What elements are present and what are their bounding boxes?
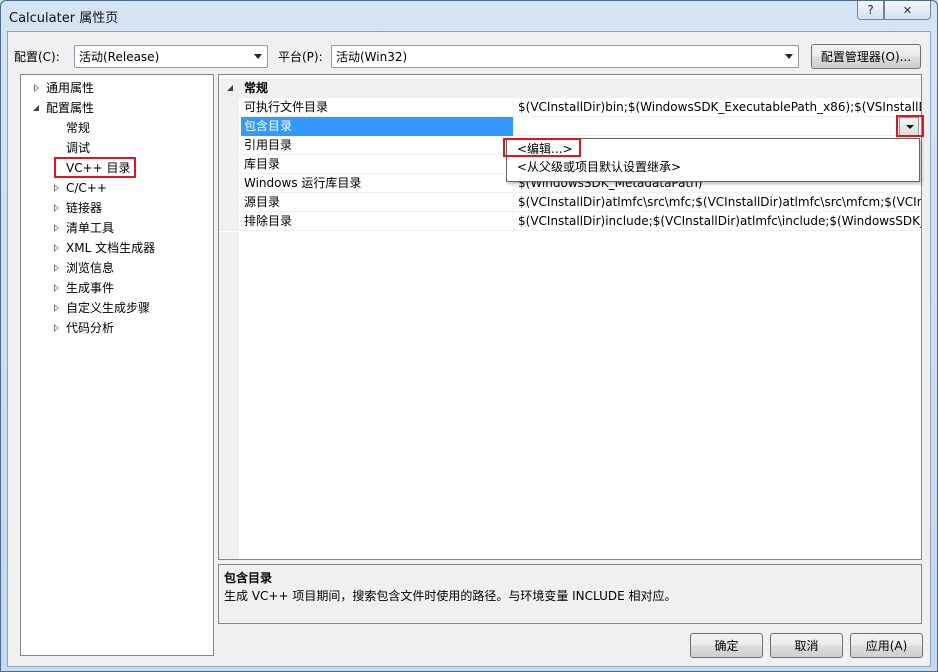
grid-margin: [219, 232, 239, 559]
tree-item-label: 配置属性: [46, 101, 95, 115]
expand-arrow-icon[interactable]: [54, 264, 61, 273]
config-select-value: 活动(Release): [79, 50, 160, 64]
property-name: 源目录: [244, 195, 281, 209]
platform-select[interactable]: 活动(Win32): [331, 45, 799, 68]
platform-select-value: 活动(Win32): [336, 50, 408, 64]
property-row-source-dirs[interactable]: 源目录 $(VCInstallDir)atlmfc\src\mfc;$(VCIn…: [219, 193, 921, 212]
expand-arrow-icon[interactable]: [54, 244, 61, 253]
value-dropdown-button[interactable]: [899, 117, 919, 136]
category-label: 常规: [244, 81, 269, 95]
property-name: Windows 运行库目录: [244, 176, 362, 190]
grid-margin: [219, 174, 239, 192]
tree-item-manifest-tool[interactable]: 清单工具: [21, 219, 213, 238]
property-value[interactable]: [513, 117, 921, 136]
tree-item-c-cpp[interactable]: C/C++: [21, 179, 213, 198]
chevron-down-icon: [254, 54, 262, 59]
property-name: 包含目录: [241, 117, 513, 136]
expand-arrow-icon[interactable]: [54, 304, 61, 313]
tree-item-code-analysis[interactable]: 代码分析: [21, 319, 213, 338]
grid-margin: [219, 117, 239, 135]
expand-arrow-icon[interactable]: [54, 204, 61, 213]
grid-margin: [219, 212, 239, 230]
config-label: 配置(C):: [14, 50, 60, 64]
expand-arrow-icon[interactable]: [54, 224, 61, 233]
tree-item-debugging[interactable]: 调试: [21, 139, 213, 158]
property-value[interactable]: $(VCInstallDir)include;$(VCInstallDir)at…: [513, 212, 921, 231]
expand-arrow-icon[interactable]: [34, 84, 41, 93]
apply-button[interactable]: 应用(A): [850, 633, 923, 658]
tree-item-label: 生成事件: [66, 281, 115, 295]
description-text: 生成 VC++ 项目期间，搜索包含文件时使用的路径。与环境变量 INCLUDE …: [224, 589, 677, 603]
tree-item-browse-info[interactable]: 浏览信息: [21, 259, 213, 278]
property-value[interactable]: $(VCInstallDir)bin;$(WindowsSDK_Executab…: [513, 98, 921, 117]
tree-item-label: 调试: [66, 141, 91, 155]
property-row-executable-dirs[interactable]: 可执行文件目录 $(VCInstallDir)bin;$(WindowsSDK_…: [219, 98, 921, 117]
tree-item-common-properties[interactable]: 通用属性: [21, 79, 213, 98]
tree-item-label: 链接器: [66, 201, 103, 215]
ok-button[interactable]: 确定: [690, 633, 763, 658]
tree-item-label: 浏览信息: [66, 261, 115, 275]
expand-arrow-icon[interactable]: [54, 284, 61, 293]
property-name: 排除目录: [244, 214, 293, 228]
dropdown-popup[interactable]: <编辑...> <从父级或项目默认设置继承>: [506, 138, 920, 182]
property-value[interactable]: $(VCInstallDir)atlmfc\src\mfc;$(VCInstal…: [513, 193, 921, 212]
expand-arrow-icon[interactable]: [54, 184, 61, 193]
cancel-button[interactable]: 取消: [770, 633, 843, 658]
grid-margin: [219, 193, 239, 211]
description-title: 包含目录: [224, 571, 273, 585]
grid-margin: [219, 155, 239, 173]
property-row-include-dirs[interactable]: 包含目录: [219, 117, 921, 136]
description-panel: 包含目录 生成 VC++ 项目期间，搜索包含文件时使用的路径。与环境变量 INC…: [218, 564, 922, 624]
tree-item-label: 自定义生成步骤: [66, 301, 151, 315]
tree-item-label: 清单工具: [66, 221, 115, 235]
property-tree[interactable]: 通用属性 配置属性 常规 调试 VC++ 目录 C/C++ 链接器 清单工具 X…: [20, 74, 214, 656]
window-title: Calculater 属性页: [9, 11, 119, 26]
config-select[interactable]: 活动(Release): [74, 45, 268, 68]
tree-item-general[interactable]: 常规: [21, 119, 213, 138]
tree-item-config-properties[interactable]: 配置属性: [21, 99, 213, 118]
popup-item-edit[interactable]: <编辑...>: [517, 140, 573, 158]
collapse-arrow-icon[interactable]: [33, 105, 40, 112]
tree-item-label: 常规: [66, 121, 91, 135]
config-manager-button[interactable]: 配置管理器(O)...: [811, 44, 921, 69]
chevron-down-icon: [785, 54, 793, 59]
grid-margin: [219, 136, 239, 154]
tree-item-xml-doc-generator[interactable]: XML 文档生成器: [21, 239, 213, 258]
tree-item-build-events[interactable]: 生成事件: [21, 279, 213, 298]
property-name: 引用目录: [244, 138, 293, 152]
popup-item-inherit[interactable]: <从父级或项目默认设置继承>: [517, 158, 681, 176]
property-row-exclude-dirs[interactable]: 排除目录 $(VCInstallDir)include;$(VCInstallD…: [219, 212, 921, 231]
help-button[interactable]: ?: [857, 1, 884, 20]
property-name: 可执行文件目录: [244, 100, 329, 114]
properties-dialog: Calculater 属性页 ? ✕ 配置(C): 活动(Release) 平台…: [0, 0, 938, 672]
grid-margin: [219, 98, 239, 116]
tree-item-label: VC++ 目录: [66, 161, 131, 175]
tree-item-linker[interactable]: 链接器: [21, 199, 213, 218]
tree-item-vc-directories[interactable]: VC++ 目录: [21, 159, 213, 178]
expand-arrow-icon[interactable]: [54, 324, 61, 333]
tree-item-label: C/C++: [66, 181, 107, 195]
close-button[interactable]: ✕: [884, 1, 931, 20]
tree-item-label: XML 文档生成器: [66, 241, 156, 255]
collapse-arrow-icon[interactable]: [227, 85, 234, 92]
close-icon: ✕: [902, 3, 913, 17]
tree-item-label: 通用属性: [46, 81, 95, 95]
title-bar[interactable]: Calculater 属性页 ? ✕: [1, 1, 937, 29]
dialog-client-area: 配置(C): 活动(Release) 平台(P): 活动(Win32) 配置管理…: [7, 31, 931, 667]
help-icon: ?: [867, 3, 874, 17]
category-row-general[interactable]: 常规: [219, 79, 921, 98]
platform-label: 平台(P):: [278, 50, 323, 64]
tree-item-custom-build-step[interactable]: 自定义生成步骤: [21, 299, 213, 318]
property-name: 库目录: [244, 157, 281, 171]
tree-item-label: 代码分析: [66, 321, 115, 335]
